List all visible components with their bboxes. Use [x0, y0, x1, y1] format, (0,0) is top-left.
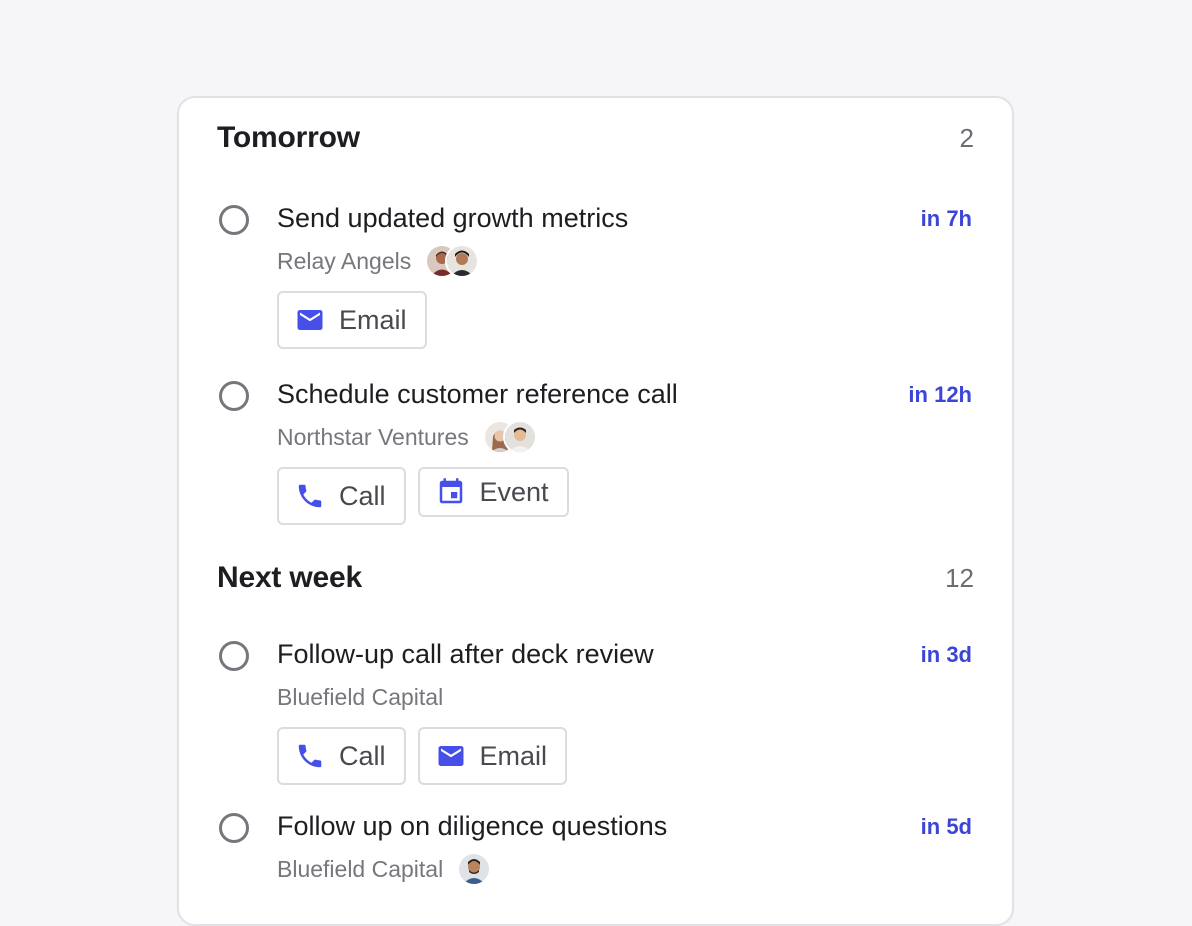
button-label: Email: [479, 740, 548, 771]
task-due-time: in 5d: [920, 814, 972, 839]
task-checkbox[interactable]: [219, 205, 249, 235]
section-title: Tomorrow: [217, 121, 360, 154]
task-actions: Call Event: [277, 467, 569, 525]
company-name[interactable]: Relay Angels: [277, 248, 411, 275]
company-name[interactable]: Northstar Ventures: [277, 424, 469, 451]
calendar-icon: [439, 478, 462, 504]
task-actions: Email: [277, 291, 427, 349]
mail-icon: [438, 746, 464, 766]
section-count: 12: [945, 562, 974, 593]
section-count: 2: [959, 122, 974, 153]
task-due-time: in 12h: [908, 382, 972, 407]
phone-icon: [298, 484, 322, 508]
task-due-time: in 3d: [920, 642, 972, 667]
task-checkbox[interactable]: [219, 813, 249, 843]
task-title[interactable]: Follow up on diligence questions: [277, 811, 667, 842]
button-label: Email: [339, 304, 407, 335]
avatar-group[interactable]: [482, 420, 537, 454]
task-title[interactable]: Follow-up call after deck review: [277, 639, 654, 670]
task-title[interactable]: Send updated growth metrics: [277, 203, 628, 234]
avatar: [502, 420, 537, 454]
button-label: Event: [479, 476, 549, 507]
task-checkbox[interactable]: [219, 381, 249, 411]
avatar-group[interactable]: [425, 244, 480, 278]
email-button[interactable]: Email: [277, 291, 427, 349]
button-label: Call: [339, 480, 386, 511]
avatar: [457, 852, 492, 886]
call-button[interactable]: Call: [277, 727, 406, 785]
task-meta: Relay Angels: [277, 243, 480, 279]
task-checkbox[interactable]: [219, 641, 249, 671]
section-header-next-week: Next week 12: [217, 558, 974, 598]
avatar-group[interactable]: [457, 852, 492, 886]
phone-icon: [298, 744, 322, 768]
email-button[interactable]: Email: [417, 727, 568, 785]
company-name[interactable]: Bluefield Capital: [277, 856, 443, 883]
event-button[interactable]: Event: [417, 467, 569, 517]
avatar: [445, 244, 480, 278]
section-header-tomorrow: Tomorrow 2: [217, 118, 974, 158]
task-meta: Bluefield Capital: [277, 851, 492, 887]
task-list-card: Tomorrow 2 Send updated growth metrics i…: [177, 96, 1014, 926]
mail-icon: [297, 310, 323, 330]
task-actions: Call Email: [277, 727, 568, 785]
company-name[interactable]: Bluefield Capital: [277, 684, 443, 711]
call-button[interactable]: Call: [277, 467, 406, 525]
button-label: Call: [339, 740, 386, 771]
task-meta: Northstar Ventures: [277, 419, 537, 455]
task-due-time: in 7h: [920, 206, 972, 231]
task-meta: Bluefield Capital: [277, 679, 443, 715]
task-title[interactable]: Schedule customer reference call: [277, 379, 678, 410]
section-title: Next week: [217, 561, 362, 594]
